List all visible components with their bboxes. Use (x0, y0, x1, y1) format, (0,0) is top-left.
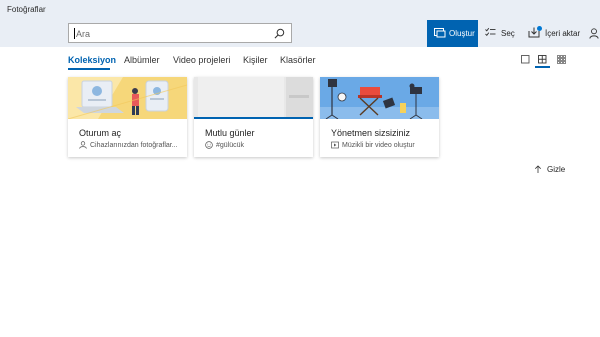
tab-folders[interactable]: Klasörler (280, 55, 316, 65)
card-subtitle-row: Müzikli bir video oluştur (331, 141, 415, 149)
search-icon[interactable] (274, 28, 285, 39)
card-subtitle: #gülücük (216, 142, 245, 149)
card-subtitle-row: Cihazlarınızdan fotoğraflar... (79, 141, 178, 149)
create-icon (434, 28, 446, 38)
active-tab-indicator (68, 68, 110, 70)
tab-video-projects[interactable]: Video projeleri (173, 55, 230, 65)
search-input[interactable]: Ara (68, 23, 292, 43)
select-button[interactable]: Seç (485, 20, 515, 47)
create-label: Oluştur (449, 29, 475, 38)
card-title: Mutlu günler (205, 128, 255, 138)
header-toolbar: Ara Oluştur Seç İçeri aktar (0, 20, 600, 47)
arrow-up-icon (535, 165, 541, 173)
tab-collection[interactable]: Koleksiyon (68, 55, 116, 65)
import-label: İçeri aktar (545, 29, 581, 38)
view-selected-indicator (535, 66, 550, 68)
card-subtitle: Müzikli bir video oluştur (342, 142, 415, 149)
text-caret (74, 28, 75, 39)
card-happy-days[interactable]: Mutlu günler #gülücük (194, 77, 313, 157)
large-view-icon[interactable] (521, 55, 530, 64)
person-icon (79, 141, 87, 149)
smiley-icon (205, 141, 213, 149)
tab-people[interactable]: Kişiler (243, 55, 268, 65)
hide-label: Gizle (547, 165, 566, 174)
director-illustration (320, 77, 439, 119)
video-icon (331, 141, 339, 149)
card-subtitle: Cihazlarınızdan fotoğraflar... (90, 142, 178, 149)
tab-albums[interactable]: Albümler (124, 55, 160, 65)
import-badge (537, 26, 542, 31)
title-bar: Fotoğraflar (0, 0, 600, 20)
medium-view-icon[interactable] (538, 55, 547, 64)
card-title: Oturum aç (79, 128, 122, 138)
import-button[interactable]: İçeri aktar (528, 20, 581, 47)
create-button[interactable]: Oluştur (427, 20, 478, 47)
card-subtitle-row: #gülücük (205, 141, 244, 149)
select-icon (485, 27, 496, 36)
happy-days-illustration (194, 77, 313, 119)
card-title: Yönetmen sizsiziniz (331, 128, 411, 138)
app-title: Fotoğraflar (7, 5, 46, 14)
hide-button[interactable]: Gizle (534, 165, 565, 174)
small-view-icon[interactable] (557, 55, 566, 64)
sign-in-illustration (68, 77, 187, 119)
card-sign-in[interactable]: Oturum aç Cihazlarınızdan fotoğraflar... (68, 77, 187, 157)
select-label: Seç (501, 29, 515, 38)
card-director[interactable]: Yönetmen sizsiziniz Müzikli bir video ol… (320, 77, 439, 157)
account-icon[interactable] (589, 28, 600, 39)
search-placeholder: Ara (76, 29, 91, 39)
